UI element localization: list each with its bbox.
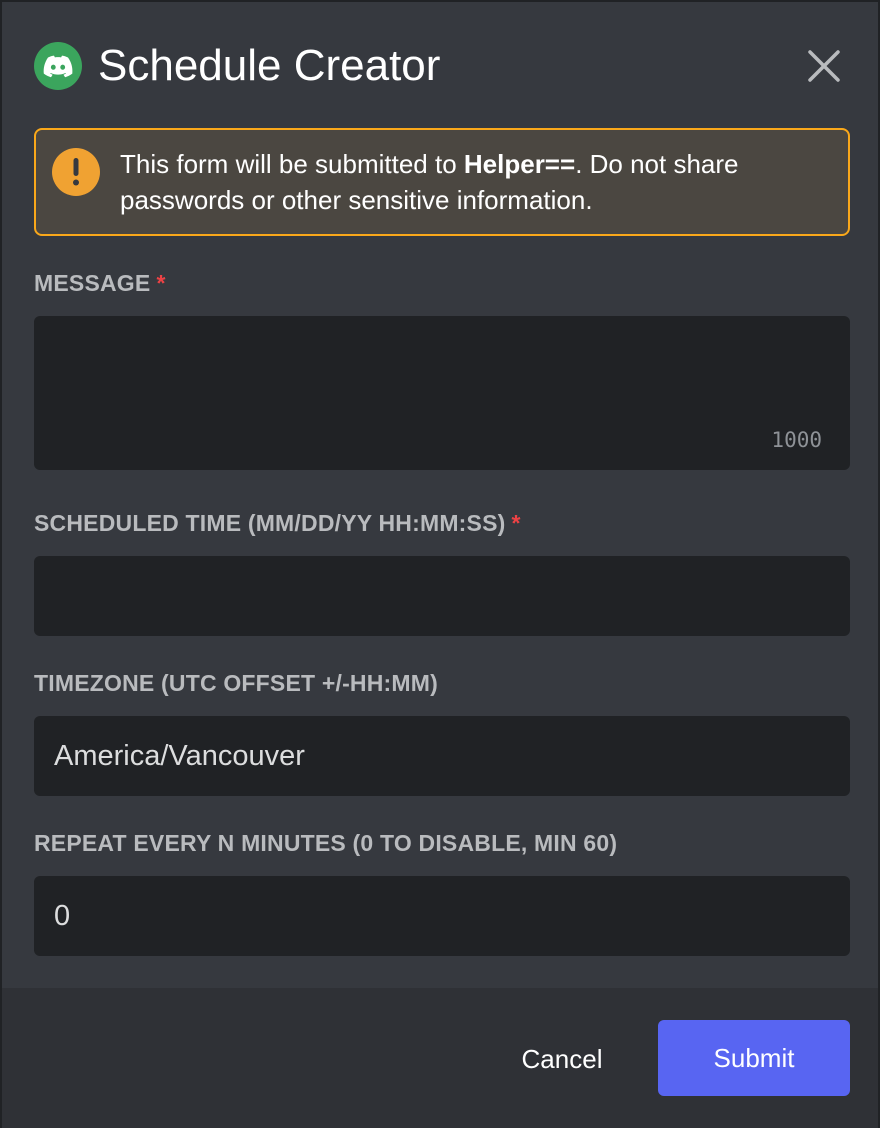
required-mark: * (511, 510, 521, 536)
char-counter: 1000 (771, 428, 822, 452)
cancel-button[interactable]: Cancel (502, 1022, 622, 1096)
scheduled-time-label-text: SCHEDULED TIME (MM/DD/YY HH:MM:SS) (34, 510, 506, 536)
modal-title: Schedule Creator (98, 41, 441, 90)
schedule-creator-modal: Schedule Creator This form will be submi… (0, 0, 880, 1128)
submit-button[interactable]: Submit (658, 1020, 850, 1096)
timezone-label: TIMEZONE (UTC OFFSET +/-HH:MM) (34, 670, 438, 696)
message-textarea[interactable]: 1000 (34, 316, 850, 470)
notice-text: This form will be submitted to Helper==.… (120, 146, 828, 218)
repeat-value: 0 (54, 899, 71, 932)
close-button[interactable] (802, 44, 846, 88)
modal-header: Schedule Creator (34, 32, 846, 102)
discord-icon (34, 42, 82, 90)
scheduled-time-label: SCHEDULED TIME (MM/DD/YY HH:MM:SS) * (34, 510, 521, 537)
timezone-input[interactable]: America/Vancouver (34, 716, 850, 796)
close-icon (808, 50, 840, 82)
repeat-label: REPEAT EVERY N MINUTES (0 TO DISABLE, MI… (34, 830, 618, 856)
modal-footer: Cancel Submit (2, 988, 878, 1128)
timezone-value: America/Vancouver (54, 739, 305, 772)
warning-notice: This form will be submitted to Helper==.… (34, 128, 850, 236)
scheduled-time-input[interactable] (34, 556, 850, 636)
required-mark: * (156, 270, 166, 296)
repeat-minutes-input[interactable]: 0 (34, 876, 850, 956)
message-label-text: MESSAGE (34, 270, 151, 296)
notice-text-before: This form will be submitted to (120, 149, 464, 179)
message-label: MESSAGE * (34, 270, 166, 297)
bot-name: Helper== (463, 149, 576, 179)
warning-icon (52, 148, 100, 196)
